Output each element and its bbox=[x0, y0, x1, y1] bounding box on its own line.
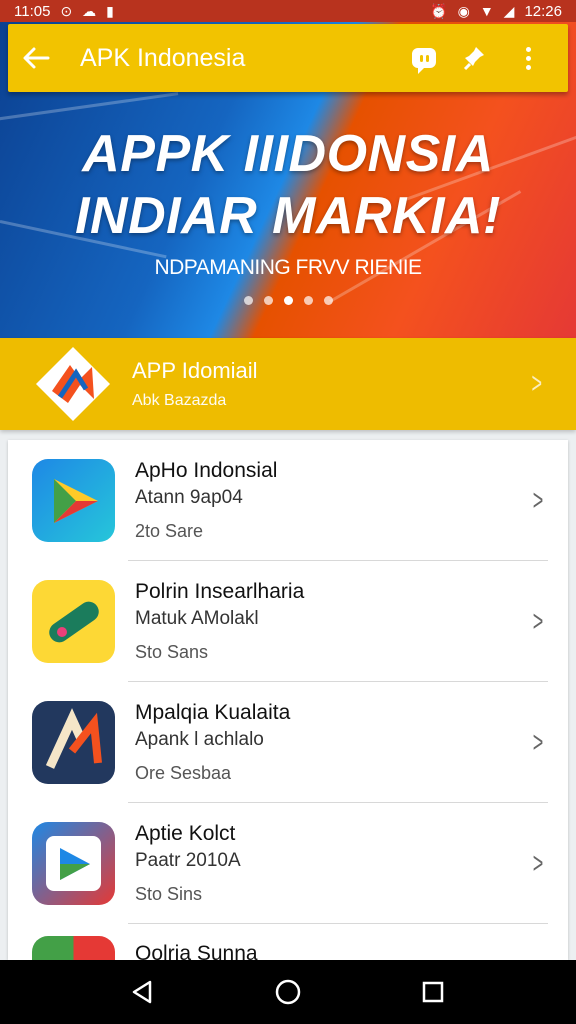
list-item[interactable]: Polrin Insearlharia Matuk AMolakl Sto Sa… bbox=[8, 561, 568, 682]
chrome-like-icon bbox=[32, 936, 115, 960]
list-item[interactable]: Aptie Kolct Paatr 2010A Sto Sins > bbox=[8, 803, 568, 924]
triangle-back-icon bbox=[132, 980, 151, 1004]
carousel-dot[interactable] bbox=[243, 296, 253, 305]
pin-icon bbox=[463, 47, 484, 71]
hero-title-line1: APPK IIIDONSIA bbox=[82, 125, 494, 183]
carousel-dot[interactable] bbox=[263, 296, 273, 305]
signal-icon: ▼ bbox=[479, 3, 494, 19]
home-nav-button[interactable] bbox=[268, 972, 308, 1012]
chevron-right-icon: > bbox=[532, 846, 544, 880]
chevron-right-icon: > bbox=[532, 483, 544, 517]
play-triangle-icon bbox=[32, 459, 115, 542]
recents-nav-button[interactable] bbox=[413, 972, 453, 1012]
hero-decoration bbox=[0, 92, 179, 123]
chat-icon bbox=[412, 48, 436, 74]
app-meta: Sto Sans bbox=[135, 642, 209, 662]
chat-button[interactable] bbox=[398, 36, 450, 80]
app-developer: Atann 9ap04 bbox=[135, 487, 243, 508]
app-meta: 2to Sare bbox=[135, 521, 204, 541]
battery-icon: ◢ bbox=[503, 3, 515, 19]
carousel-indicator bbox=[0, 296, 576, 305]
pin-button[interactable] bbox=[450, 36, 502, 80]
hero-subtitle: NDPAMANING FRVV RIENIE bbox=[154, 256, 422, 279]
carousel-dot-active[interactable] bbox=[283, 296, 293, 305]
status-time-left: 11:05 bbox=[14, 2, 51, 20]
app-title: APK Indonesia bbox=[80, 43, 246, 72]
list-item[interactable]: Oolria Sunna bbox=[8, 924, 568, 960]
play-square-icon bbox=[32, 822, 115, 905]
featured-title: APP Idomiail bbox=[132, 358, 258, 383]
sim-icon: ▮ bbox=[106, 3, 114, 19]
wifi-icon: ◉ bbox=[457, 3, 470, 19]
app-name: Aptie Kolct bbox=[135, 822, 236, 845]
app-name: Oolria Sunna bbox=[135, 942, 258, 960]
letter-a-icon bbox=[32, 701, 115, 784]
chevron-right-icon: > bbox=[531, 367, 543, 400]
app-meta: Ore Sesbaa bbox=[135, 763, 232, 783]
status-time-right: 12:26 bbox=[524, 2, 562, 20]
bandage-icon bbox=[32, 580, 115, 663]
back-nav-button[interactable] bbox=[123, 972, 163, 1012]
app-developer: Matuk AMolakl bbox=[135, 608, 259, 629]
navigation-bar bbox=[0, 960, 576, 1024]
square-recents-icon bbox=[423, 981, 444, 1003]
more-vert-icon bbox=[525, 46, 531, 70]
app-developer: Apank l achlalo bbox=[135, 729, 264, 750]
list-item[interactable]: ApHo Indonsial Atann 9ap04 2to Sare > bbox=[8, 440, 568, 561]
featured-logo-icon bbox=[30, 341, 116, 427]
back-button[interactable] bbox=[22, 46, 66, 70]
sync-icon: ⊙ bbox=[60, 3, 73, 19]
status-bar: 11:05 ⊙ ☁ ▮ ⏰ ◉ ▼ ◢ 12:26 bbox=[0, 0, 576, 22]
app-name: Polrin Insearlharia bbox=[135, 580, 305, 603]
carousel-dot[interactable] bbox=[323, 296, 333, 305]
arrow-left-icon bbox=[23, 47, 50, 69]
chevron-right-icon: > bbox=[532, 604, 544, 638]
circle-home-icon bbox=[275, 979, 301, 1005]
featured-app-row[interactable]: APP Idomiail Abk Bazazda > bbox=[0, 338, 576, 430]
hero-title-line2: INDIAR MARKIA! bbox=[75, 187, 501, 245]
app-developer: Paatr 2010A bbox=[135, 850, 241, 871]
chevron-right-icon: > bbox=[532, 725, 544, 759]
app-name: ApHo Indonsial bbox=[135, 459, 278, 482]
featured-subtitle: Abk Bazazda bbox=[132, 392, 227, 409]
app-name: Mpalqia Kualaita bbox=[135, 701, 291, 724]
cloud-icon: ☁ bbox=[82, 3, 97, 19]
top-app-bar: APK Indonesia bbox=[8, 24, 568, 92]
carousel-dot[interactable] bbox=[303, 296, 313, 305]
more-options-button[interactable] bbox=[502, 36, 554, 80]
alarm-icon: ⏰ bbox=[430, 3, 448, 19]
app-list: ApHo Indonsial Atann 9ap04 2to Sare > Po… bbox=[8, 440, 568, 960]
list-item[interactable]: Mpalqia Kualaita Apank l achlalo Ore Ses… bbox=[8, 682, 568, 803]
app-meta: Sto Sins bbox=[135, 884, 203, 904]
